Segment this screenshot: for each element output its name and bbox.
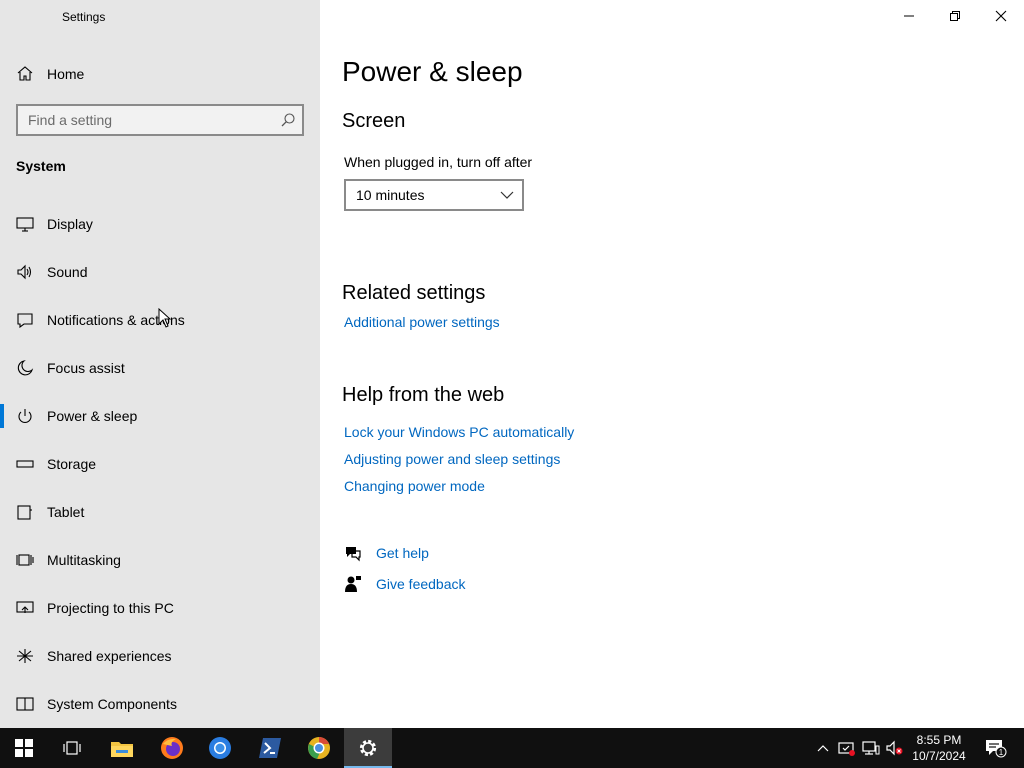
speaker-icon: [17, 264, 32, 280]
file-explorer-icon: [111, 742, 133, 757]
network-icon: [862, 741, 880, 755]
related-settings-heading: Related settings: [342, 282, 486, 304]
sidebar-item-label: Sound: [47, 264, 88, 280]
power-icon: [18, 409, 32, 423]
powershell-icon: [259, 738, 281, 758]
settings-taskbar-button[interactable]: [344, 728, 392, 768]
multitasking-icon: [16, 554, 34, 566]
sidebar-item-label: Display: [47, 216, 93, 232]
firefox-icon: [161, 737, 183, 759]
action-center-button[interactable]: 1: [976, 728, 1016, 768]
gear-icon: [359, 739, 377, 757]
storage-icon: [16, 460, 34, 468]
tablet-icon: [17, 505, 32, 520]
home-icon: [17, 66, 33, 81]
give-feedback-icon: [345, 576, 361, 592]
sidebar-item-storage[interactable]: Storage: [0, 444, 320, 484]
sidebar-item-power-sleep[interactable]: Power & sleep: [0, 396, 320, 436]
page-title: Power & sleep: [342, 56, 523, 87]
give-feedback-link[interactable]: Give feedback: [376, 576, 466, 592]
sidebar-item-label: Tablet: [47, 504, 85, 520]
sidebar-item-shared-experiences[interactable]: Shared experiences: [0, 636, 320, 676]
taskbar: 8:55 PM 10/7/2024 1: [0, 728, 1024, 768]
start-button[interactable]: [0, 728, 48, 768]
network-tray-button[interactable]: [860, 728, 882, 768]
monitor-icon: [16, 217, 34, 232]
search-icon[interactable]: [280, 112, 296, 128]
action-center-icon: 1: [986, 740, 1007, 758]
clock-date: 10/7/2024: [912, 749, 966, 763]
projecting-icon: [16, 601, 34, 613]
sidebar-item-system-components[interactable]: System Components: [0, 684, 320, 724]
sidebar-item-tablet[interactable]: Tablet: [0, 492, 320, 532]
sidebar-item-label: System Components: [47, 696, 177, 712]
security-warning-icon: [838, 742, 855, 756]
chrome-alt-icon: [308, 737, 330, 759]
powershell-button[interactable]: [246, 728, 294, 768]
main-content: Power & sleep Screen When plugged in, tu…: [320, 0, 1024, 728]
system-components-icon: [16, 697, 34, 711]
sidebar-item-label: Notifications & actions: [47, 312, 185, 328]
selected-indicator: [0, 404, 4, 428]
nav-home-label: Home: [47, 66, 85, 82]
chrome-alt-button[interactable]: [295, 728, 343, 768]
chevron-up-icon: [817, 745, 829, 752]
plugged-in-label: When plugged in, turn off after: [344, 154, 533, 170]
clock[interactable]: 8:55 PM 10/7/2024: [908, 732, 970, 764]
shared-experiences-icon: [17, 649, 33, 663]
sidebar-item-focus-assist[interactable]: Focus assist: [0, 348, 320, 388]
screen-heading: Screen: [342, 110, 406, 132]
volume-muted-icon: [886, 740, 903, 756]
section-label-system: System: [16, 158, 66, 174]
sidebar-item-notifications[interactable]: Notifications & actions: [0, 300, 320, 340]
task-view-button[interactable]: [48, 728, 96, 768]
changing-power-mode-link[interactable]: Changing power mode: [344, 478, 485, 494]
moon-icon: [17, 360, 34, 376]
screen-timeout-dropdown[interactable]: 10 minutes: [344, 179, 524, 211]
help-from-web-heading: Help from the web: [342, 384, 505, 406]
firefox-button[interactable]: [148, 728, 196, 768]
sidebar-item-label: Shared experiences: [47, 648, 172, 664]
sidebar-item-label: Focus assist: [47, 360, 125, 376]
additional-power-settings-link[interactable]: Additional power settings: [344, 314, 500, 330]
sidebar-item-sound[interactable]: Sound: [0, 252, 320, 292]
sidebar-item-label: Projecting to this PC: [47, 600, 174, 616]
sidebar: Settings Home System Display Sound Notif…: [0, 0, 320, 728]
notification-count-badge: 1: [999, 748, 1004, 757]
file-explorer-button[interactable]: [98, 728, 146, 768]
chrome-button[interactable]: [196, 728, 244, 768]
nav-home[interactable]: Home: [0, 56, 320, 90]
sidebar-item-label: Power & sleep: [47, 408, 138, 424]
task-view-icon: [63, 741, 81, 755]
show-hidden-icons-button[interactable]: [812, 728, 834, 768]
chevron-down-icon: [500, 191, 514, 199]
get-help-icon: [346, 547, 361, 562]
sidebar-item-multitasking[interactable]: Multitasking: [0, 540, 320, 580]
volume-tray-button[interactable]: [884, 728, 906, 768]
search-input[interactable]: [18, 106, 276, 134]
notification-icon: [17, 313, 33, 328]
sidebar-item-label: Storage: [47, 456, 97, 472]
chrome-icon: [209, 737, 231, 759]
sidebar-item-projecting[interactable]: Projecting to this PC: [0, 588, 320, 628]
dropdown-value: 10 minutes: [356, 187, 425, 203]
sidebar-item-display[interactable]: Display: [0, 204, 320, 244]
lock-pc-link[interactable]: Lock your Windows PC automatically: [344, 424, 574, 440]
adjust-power-sleep-link[interactable]: Adjusting power and sleep settings: [344, 451, 560, 467]
app-title: Settings: [62, 10, 106, 24]
security-tray-button[interactable]: [836, 728, 858, 768]
search-box[interactable]: [16, 104, 304, 136]
sidebar-item-label: Multitasking: [47, 552, 121, 568]
get-help-link[interactable]: Get help: [376, 545, 429, 561]
clock-time: 8:55 PM: [916, 733, 962, 747]
windows-logo-icon: [15, 739, 33, 757]
